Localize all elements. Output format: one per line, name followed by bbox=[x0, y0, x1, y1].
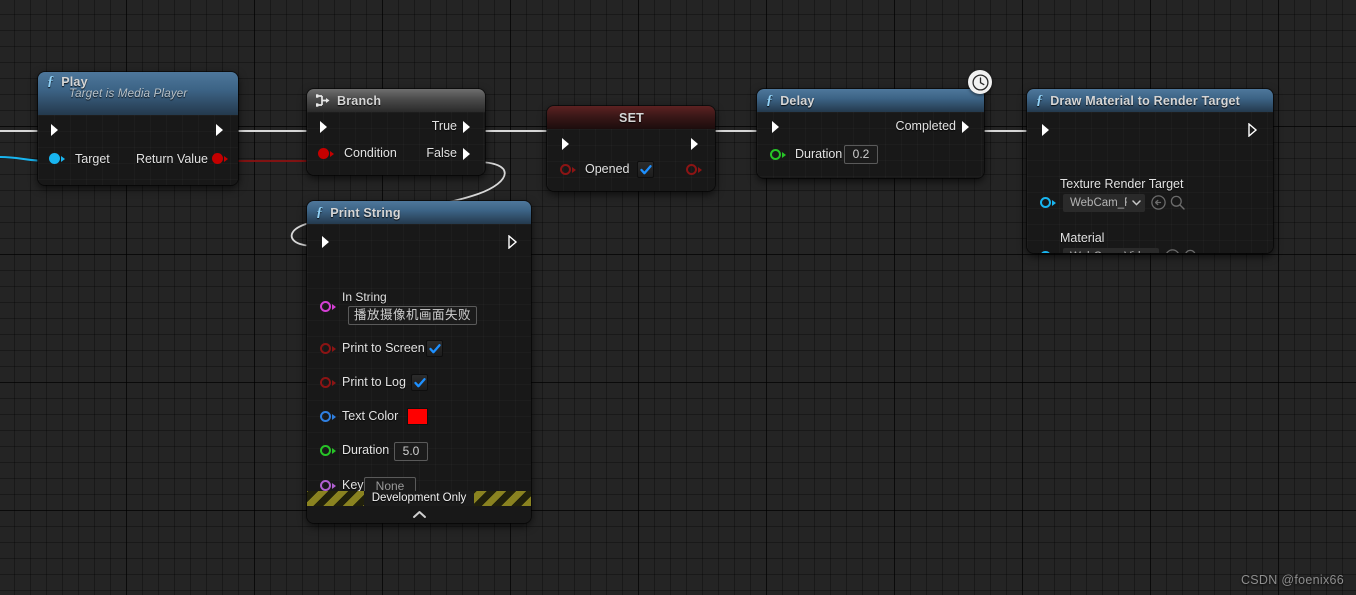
node-delay[interactable]: ƒ Delay Completed Duration 0.2 bbox=[757, 89, 984, 178]
node-branch-header: Branch bbox=[307, 89, 485, 112]
print-to-screen-checkbox[interactable] bbox=[426, 340, 443, 357]
delay-exec-in-pin[interactable] bbox=[771, 120, 782, 134]
print-exec-out-pin[interactable] bbox=[508, 235, 519, 249]
print-text-color-label: Text Color bbox=[342, 409, 399, 423]
print-in-string-label: In String bbox=[342, 290, 387, 304]
delay-completed-label: Completed bbox=[895, 119, 956, 133]
node-branch-title: Branch bbox=[337, 93, 382, 108]
print-key-pin[interactable] bbox=[320, 480, 336, 491]
print-to-log-checkbox[interactable] bbox=[411, 374, 428, 391]
print-to-screen-pin[interactable] bbox=[320, 343, 336, 354]
delay-duration-label: Duration bbox=[795, 147, 843, 161]
print-duration-label: Duration bbox=[342, 443, 390, 457]
print-text-color-pin[interactable] bbox=[320, 411, 336, 422]
delay-duration-pin[interactable] bbox=[770, 149, 786, 160]
print-key-label: Key bbox=[342, 478, 364, 492]
set-exec-out-pin[interactable] bbox=[690, 137, 701, 151]
draw-material-search-icon[interactable] bbox=[1184, 249, 1199, 253]
branch-true-label: True bbox=[431, 119, 457, 133]
branch-true-pin[interactable] bbox=[462, 120, 473, 134]
draw-exec-out-pin[interactable] bbox=[1248, 123, 1259, 137]
node-branch[interactable]: Branch True Condition False bbox=[307, 89, 485, 175]
draw-exec-in-pin[interactable] bbox=[1041, 123, 1052, 137]
node-print-string-title: Print String bbox=[330, 205, 401, 220]
node-set[interactable]: SET Opened bbox=[547, 106, 715, 191]
function-icon: ƒ bbox=[1036, 92, 1044, 108]
play-target-label: Target bbox=[75, 151, 110, 166]
set-opened-out-pin[interactable] bbox=[686, 164, 702, 175]
branch-exec-in-pin[interactable] bbox=[319, 120, 330, 134]
print-text-color-swatch[interactable] bbox=[407, 408, 428, 425]
set-opened-checkbox[interactable] bbox=[637, 161, 654, 178]
print-duration-input[interactable]: 5.0 bbox=[394, 442, 428, 461]
branch-false-pin[interactable] bbox=[462, 147, 473, 161]
draw-texture-render-target-value: WebCam_RT bbox=[1070, 197, 1127, 209]
print-development-only-banner: Development Only bbox=[307, 491, 531, 506]
node-draw-material-to-render-target[interactable]: ƒ Draw Material to Render Target Texture… bbox=[1027, 89, 1273, 253]
print-in-string-pin[interactable] bbox=[320, 301, 336, 312]
node-draw-material-header: ƒ Draw Material to Render Target bbox=[1027, 89, 1273, 112]
print-to-log-label: Print to Log bbox=[342, 375, 406, 389]
delay-latent-badge bbox=[968, 70, 992, 94]
branch-condition-label: Condition bbox=[344, 146, 397, 160]
node-print-string-header: ƒ Print String bbox=[307, 201, 531, 224]
play-target-pin[interactable] bbox=[49, 153, 65, 164]
clock-icon bbox=[971, 73, 989, 91]
print-exec-in-pin[interactable] bbox=[321, 235, 332, 249]
node-play-title: Play bbox=[61, 75, 88, 89]
delay-duration-input[interactable]: 0.2 bbox=[844, 145, 878, 164]
node-print-string[interactable]: ƒ Print String In String 播放摄像机画面失败 Print… bbox=[307, 201, 531, 523]
node-play[interactable]: ƒ Play Target is Media Player Target Ret… bbox=[38, 72, 238, 185]
set-opened-label: Opened bbox=[585, 162, 630, 176]
draw-texture-render-target-pin[interactable] bbox=[1040, 197, 1056, 208]
draw-texture-render-target-dropdown[interactable]: WebCam_RT bbox=[1063, 194, 1145, 212]
draw-material-dropdown[interactable]: WebCam_Video bbox=[1063, 248, 1159, 253]
chevron-up-icon bbox=[412, 511, 426, 518]
node-play-subtitle: Target is Media Player bbox=[69, 88, 188, 100]
draw-texture-render-target-label: Texture Render Target bbox=[1060, 177, 1184, 191]
draw-texture-search-icon[interactable] bbox=[1170, 195, 1185, 215]
chevron-down-icon bbox=[1132, 200, 1141, 206]
delay-completed-pin[interactable] bbox=[961, 120, 972, 134]
play-exec-out-pin[interactable] bbox=[215, 123, 226, 137]
print-to-log-pin[interactable] bbox=[320, 377, 336, 388]
print-in-string-input[interactable]: 播放摄像机画面失败 bbox=[348, 306, 478, 325]
draw-material-value: WebCam_Video bbox=[1070, 251, 1141, 253]
print-collapse-toggle[interactable] bbox=[307, 506, 531, 523]
set-exec-in-pin[interactable] bbox=[561, 137, 572, 151]
set-opened-in-pin[interactable] bbox=[560, 164, 576, 175]
function-icon: ƒ bbox=[47, 74, 55, 89]
play-return-value-label: Return Value bbox=[135, 151, 208, 166]
draw-material-browse-icon[interactable] bbox=[1165, 249, 1180, 253]
draw-material-label: Material bbox=[1060, 231, 1105, 245]
branch-false-label: False bbox=[426, 146, 457, 160]
print-development-only-label: Development Only bbox=[363, 491, 475, 506]
branch-icon bbox=[316, 94, 330, 107]
play-return-value-pin[interactable] bbox=[212, 153, 228, 164]
draw-texture-browse-icon[interactable] bbox=[1151, 195, 1166, 215]
print-to-screen-label: Print to Screen bbox=[342, 341, 425, 355]
draw-material-pin[interactable] bbox=[1040, 251, 1056, 253]
node-delay-title: Delay bbox=[780, 93, 815, 108]
play-exec-in-pin[interactable] bbox=[50, 123, 61, 137]
node-delay-header: ƒ Delay bbox=[757, 89, 984, 112]
function-icon: ƒ bbox=[316, 204, 324, 220]
print-duration-pin[interactable] bbox=[320, 445, 336, 456]
node-play-header: ƒ Play Target is Media Player bbox=[38, 72, 238, 115]
node-set-header: SET bbox=[547, 106, 715, 129]
function-icon: ƒ bbox=[766, 92, 774, 108]
node-set-title: SET bbox=[619, 110, 644, 125]
watermark: CSDN @foenix66 bbox=[1240, 573, 1344, 587]
branch-condition-pin[interactable] bbox=[318, 148, 334, 159]
node-draw-material-title: Draw Material to Render Target bbox=[1050, 93, 1241, 108]
